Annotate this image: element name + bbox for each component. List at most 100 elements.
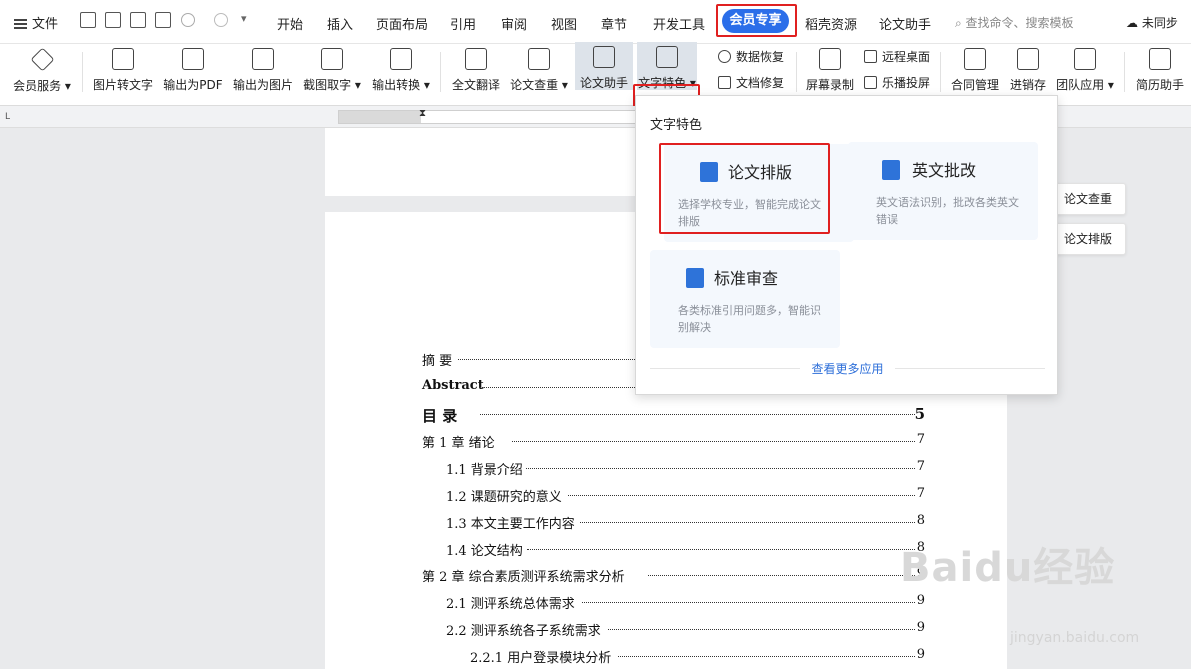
export-image-button[interactable]: 输出为图片: [230, 44, 296, 96]
inventory-button[interactable]: 进销存: [1006, 44, 1050, 96]
toc-entry[interactable]: 2.1 测评系统总体需求 9: [446, 593, 925, 612]
tab-stop-icon[interactable]: L: [5, 112, 10, 122]
document-search-icon: [528, 48, 550, 70]
toc-entry[interactable]: 2.2 测评系统各子系统需求 9: [446, 620, 925, 639]
recovery-icon: [718, 50, 731, 63]
tab-paper-assistant[interactable]: 论文助手: [879, 14, 931, 33]
cloud-icon: ☁: [1126, 16, 1142, 30]
member-service-button[interactable]: 会员服务 ▾: [8, 44, 76, 96]
divider: [82, 52, 83, 92]
highlight-box-member-tab: [716, 4, 797, 37]
toc-entry-text: 摘 要: [422, 354, 453, 369]
standard-review-icon: [686, 268, 704, 288]
toc-page-number: 9: [916, 620, 925, 635]
paper-edit-icon: [593, 46, 615, 68]
image-to-text-button[interactable]: 图片转文字: [90, 44, 156, 96]
command-search[interactable]: ⌕ 查找命令、搜索模板: [955, 14, 1074, 31]
picture-icon: [252, 48, 274, 70]
redo-icon[interactable]: [214, 13, 228, 27]
toc-page-number: 7: [916, 432, 925, 447]
toc-entry-text: 2.2.1 用户登录模块分析: [470, 651, 612, 666]
tab-insert[interactable]: 插入: [327, 14, 353, 33]
indent-marker-icon[interactable]: ⧗: [419, 108, 426, 119]
toc-page-number: 9: [916, 593, 925, 608]
card-english-correction[interactable]: 英文批改 英文语法识别，批改各类英文错误: [848, 142, 1038, 240]
toc-page-number: 8: [916, 513, 925, 528]
tab-chapter[interactable]: 章节: [601, 14, 627, 33]
tab-start[interactable]: 开始: [277, 14, 303, 33]
toc-entry[interactable]: 1.1 背景介绍 7: [446, 459, 925, 478]
toc-entry[interactable]: 1.2 课题研究的意义 7: [446, 486, 925, 505]
toc-entry-text: 1.3 本文主要工作内容: [446, 517, 575, 532]
toc-leader-dots: [527, 549, 915, 550]
toc-entry[interactable]: 2.2.1 用户登录模块分析 9: [470, 647, 925, 666]
translate-icon: [465, 48, 487, 70]
image-text-icon: [112, 48, 134, 70]
pdf-icon: [182, 48, 204, 70]
toc-entry-text: 2.1 测评系统总体需求: [446, 597, 575, 612]
side-paper-format-button[interactable]: 论文排版: [1050, 223, 1126, 255]
doc-repair-button[interactable]: 文档修复: [718, 74, 784, 91]
toc-leader-dots: [480, 414, 915, 415]
export-icon[interactable]: [105, 12, 121, 28]
toc-entry[interactable]: 1.4 论文结构 8: [446, 540, 925, 559]
toc-entry[interactable]: 第 2 章 综合素质测评系统需求分析 9: [422, 566, 925, 585]
screen-record-button[interactable]: 屏幕录制: [802, 44, 858, 96]
export-convert-button[interactable]: 输出转换 ▾: [368, 44, 434, 96]
side-plagiarism-check-button[interactable]: 论文查重: [1050, 183, 1126, 215]
divider: [1124, 52, 1125, 92]
dropdown-title: 文字特色: [650, 118, 703, 133]
toc-entry[interactable]: 1.3 本文主要工作内容 8: [446, 513, 925, 532]
tab-docer[interactable]: 稻壳资源: [805, 14, 857, 33]
toc-leader-dots: [512, 441, 915, 442]
toc-leader-dots: [580, 522, 915, 523]
cast-icon: [864, 76, 877, 89]
baidu-watermark-logo: Baidu经验: [900, 545, 1116, 591]
menu-bar: 文件 ▾ 开始 插入 页面布局 引用 审阅 视图 章节 开发工具 会员专享 稻壳…: [0, 0, 1191, 44]
tab-developer[interactable]: 开发工具: [653, 14, 705, 33]
diamond-icon: [29, 47, 55, 72]
toc-entry[interactable]: 第 1 章 绪论 7: [422, 432, 925, 451]
ruler-scale[interactable]: ⧗: [338, 108, 638, 124]
resume-assistant-button[interactable]: 简历助手: [1132, 44, 1188, 96]
screenshot-text-button[interactable]: 截图取字 ▾: [300, 44, 364, 96]
team-apps-button[interactable]: 团队应用 ▾: [1054, 44, 1116, 96]
toc-leader-dots: [568, 495, 915, 496]
print-preview-icon[interactable]: [155, 12, 171, 28]
baidu-watermark-url: jingyan.baidu.com: [1010, 630, 1140, 646]
chevron-down-icon[interactable]: ▾: [241, 12, 247, 25]
toc-entry-text: Abstract: [422, 378, 484, 393]
text-feature-dropdown: 文字特色 论文排版 选择学校专业，智能完成论文排版 英文批改 英文语法识别，批改…: [635, 95, 1058, 395]
file-menu[interactable]: 文件: [14, 13, 58, 32]
inventory-icon: [1017, 48, 1039, 70]
plagiarism-check-button[interactable]: 论文查重 ▾: [508, 44, 570, 96]
more-apps-link[interactable]: 查看更多应用: [636, 360, 1059, 377]
tab-review[interactable]: 审阅: [501, 14, 527, 33]
print-icon[interactable]: [130, 12, 146, 28]
tab-view[interactable]: 视图: [551, 14, 577, 33]
toc-page-number: 7: [916, 486, 925, 501]
tab-reference[interactable]: 引用: [450, 14, 476, 33]
toc-entry-text: 第 1 章 绪论: [422, 436, 495, 451]
contract-button[interactable]: 合同管理: [948, 44, 1002, 96]
toc-page-number: 7: [916, 459, 925, 474]
tab-page-layout[interactable]: 页面布局: [376, 14, 428, 33]
divider: [440, 52, 441, 92]
full-translate-button[interactable]: 全文翻译: [448, 44, 504, 96]
cast-button[interactable]: 乐播投屏: [864, 74, 930, 91]
undo-icon[interactable]: [181, 13, 195, 27]
toc-entry[interactable]: 目 录 5: [422, 405, 925, 425]
paper-assistant-button[interactable]: 论文助手: [575, 42, 633, 90]
toc-entry-text: 1.4 论文结构: [446, 544, 523, 559]
sync-status[interactable]: ☁ 未同步: [1126, 14, 1178, 31]
toc-entry-text: 2.2 测评系统各子系统需求: [446, 624, 601, 639]
export-pdf-button[interactable]: 输出为PDF: [160, 44, 226, 96]
save-icon[interactable]: [80, 12, 96, 28]
card-standard-review[interactable]: 标准审查 各类标准引用问题多，智能识别解决: [650, 250, 840, 348]
search-icon: ⌕: [955, 16, 966, 30]
remote-desktop-button[interactable]: 远程桌面: [864, 48, 930, 65]
data-recovery-button[interactable]: 数据恢复: [718, 48, 784, 65]
toc-entry-text: 目 录: [422, 407, 458, 425]
toc-leader-dots: [526, 468, 915, 469]
text-feature-button[interactable]: 文字特色 ▾: [637, 42, 697, 90]
